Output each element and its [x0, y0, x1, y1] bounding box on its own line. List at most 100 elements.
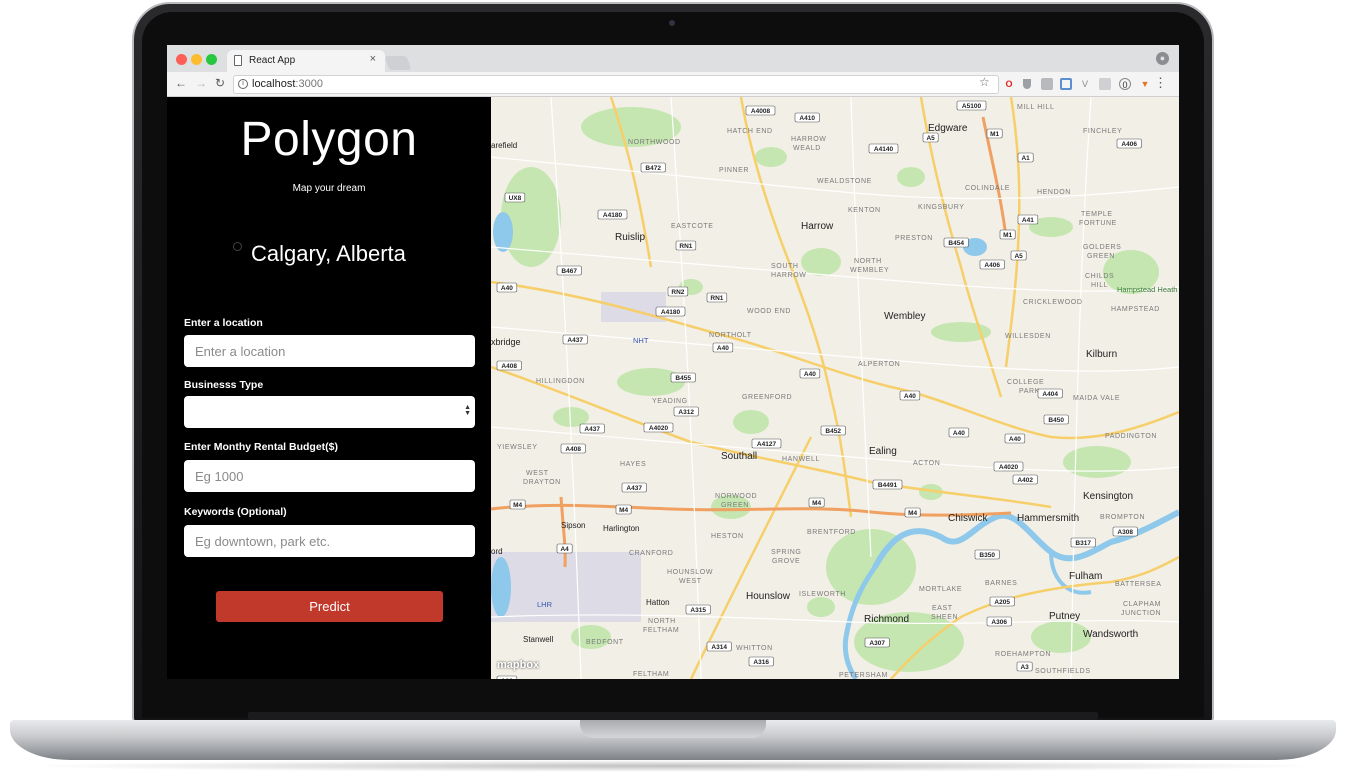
- map-district-label: BRENTFORD: [807, 529, 856, 536]
- page-extension-icon[interactable]: [1099, 78, 1111, 90]
- new-tab-button[interactable]: [384, 56, 412, 70]
- road-shield-label: A4008: [751, 108, 771, 115]
- mapbox-attribution[interactable]: mapbox: [497, 659, 539, 671]
- road-shield-label: A5: [1014, 253, 1023, 260]
- road-shield-label: M1: [1003, 232, 1012, 239]
- map-district-label: TEMPLE: [1081, 211, 1113, 218]
- map-poi-label: LHR: [537, 600, 553, 609]
- map-district-label: SPRING: [771, 549, 801, 556]
- budget-input[interactable]: [184, 460, 475, 492]
- forward-arrow-icon[interactable]: →: [195, 76, 207, 90]
- more-menu-icon[interactable]: ⋮: [1154, 75, 1167, 91]
- map-place-label: arefield: [491, 141, 517, 150]
- map-place-label: Wembley: [884, 311, 926, 322]
- map-district-label: PADDINGTON: [1105, 433, 1157, 440]
- calendar-extension-icon[interactable]: [1041, 78, 1053, 90]
- polygon-app: Polygon Map your dream Calgary, Alberta …: [167, 97, 1179, 679]
- map-district-label: CRANFORD: [629, 550, 673, 557]
- back-arrow-icon[interactable]: ←: [175, 76, 187, 90]
- location-label: Enter a location: [184, 317, 263, 329]
- road-shield-label: A314: [711, 644, 727, 651]
- vimeo-extension-icon[interactable]: V: [1079, 78, 1091, 90]
- map-district-label: ACTON: [913, 460, 940, 467]
- road-shield-label: A30: [501, 678, 513, 679]
- reload-icon[interactable]: ↻: [215, 76, 225, 90]
- road-shield-label: A312: [678, 409, 694, 416]
- map-canvas[interactable]: Edgware Harrow Ruislip Wembley Kilburn Southa…: [491, 97, 1179, 679]
- map-district-label: NORTHOLT: [709, 332, 752, 339]
- map-district-label: ISLEWORTH: [799, 591, 846, 598]
- road-shield-label: M4: [619, 507, 628, 514]
- map-district-label: ALPERTON: [858, 361, 900, 368]
- road-shield-label: B472: [645, 165, 661, 172]
- map-district-label: CHILDS: [1085, 273, 1114, 280]
- window-minimize-button[interactable]: [191, 54, 202, 65]
- map-district-label: PETERSHAM: [839, 672, 888, 679]
- map-district-label: CRICKLEWOOD: [1023, 299, 1083, 306]
- url-host: localhost: [252, 78, 296, 90]
- map-district-label: BROMPTON: [1100, 514, 1145, 521]
- road-shield-label: M1: [990, 131, 999, 138]
- map-district-label: PARK: [1019, 388, 1040, 395]
- bookmark-star-icon[interactable]: ☆: [979, 75, 990, 89]
- map-view[interactable]: Edgware Harrow Ruislip Wembley Kilburn Southa…: [491, 97, 1179, 679]
- map-district-label: COLLEGE: [1007, 379, 1044, 386]
- map-district-label: KINGSBURY: [918, 204, 965, 211]
- window-extension-icon[interactable]: [1060, 78, 1072, 90]
- map-place-label: Richmond: [864, 614, 909, 625]
- map-place-label: Ruislip: [615, 232, 645, 243]
- map-place-label: Sipson: [561, 521, 585, 530]
- lake-west: [493, 212, 513, 252]
- road-shield-label: A5100: [962, 103, 982, 110]
- road-shield-label: M4: [513, 502, 522, 509]
- map-district-label: MORTLAKE: [919, 586, 962, 593]
- map-place-label: Wandsworth: [1083, 629, 1138, 640]
- reservoir-west: [491, 557, 511, 617]
- profile-icon[interactable]: ●: [1156, 52, 1169, 65]
- road-shield-label: M4: [908, 510, 917, 517]
- business-type-select[interactable]: ▲ ▼: [184, 396, 475, 428]
- counter-extension-icon[interactable]: 0: [1119, 78, 1131, 90]
- tab-react-app[interactable]: React App ×: [227, 50, 385, 72]
- predict-button[interactable]: Predict: [216, 591, 443, 622]
- map-district-label: MAIDA VALE: [1073, 395, 1120, 402]
- sidebar: Polygon Map your dream Calgary, Alberta …: [167, 97, 491, 679]
- map-place-label: Edgware: [928, 123, 968, 134]
- road-shield-label: B317: [1075, 540, 1091, 547]
- map-district-label: WEST: [526, 470, 549, 477]
- select-arrows-icon: ▲ ▼: [464, 404, 471, 417]
- address-bar[interactable]: i localhost:3000: [233, 75, 999, 94]
- map-place-label: xbridge: [491, 337, 521, 347]
- map-district-label: KENTON: [848, 207, 881, 214]
- window-maximize-button[interactable]: [206, 54, 217, 65]
- map-district-label: SHEEN: [931, 614, 958, 621]
- map-district-label: FINCHLEY: [1083, 128, 1122, 135]
- keywords-input[interactable]: [184, 525, 475, 557]
- tab-close-icon[interactable]: ×: [370, 53, 376, 65]
- road-shield-label: A1: [1021, 155, 1030, 162]
- shield-extension-icon[interactable]: [1023, 79, 1031, 89]
- road-shield-label: B467: [561, 268, 577, 275]
- window-close-button[interactable]: [176, 54, 187, 65]
- map-district-label: WEALD: [793, 145, 821, 152]
- road-shield-label: A404: [1042, 391, 1058, 398]
- map-district-label: FORTUNE: [1079, 220, 1117, 227]
- map-district-label: NORTH: [854, 258, 882, 265]
- road-shield-label: RN1: [679, 243, 692, 250]
- map-district-label: BARNES: [985, 580, 1017, 587]
- map-district-label: DRAYTON: [523, 479, 561, 486]
- location-input[interactable]: [184, 335, 475, 367]
- road-shield-label: B350: [979, 552, 995, 559]
- fox-extension-icon[interactable]: ▼: [1139, 78, 1151, 90]
- road-shield-label: A402: [1017, 477, 1033, 484]
- road-shield-label: A306: [991, 619, 1007, 626]
- info-icon[interactable]: i: [238, 79, 248, 89]
- opera-extension-icon[interactable]: O: [1003, 78, 1015, 90]
- map-place-label: Hatton: [646, 598, 670, 607]
- road-shield-label: RN2: [671, 289, 684, 296]
- map-place-label: Putney: [1049, 611, 1080, 622]
- keywords-label: Keywords (Optional): [184, 506, 287, 518]
- road-shield-label: A205: [994, 599, 1010, 606]
- map-place-label: Stanwell: [523, 635, 553, 644]
- map-poi-label: NHT: [633, 336, 649, 345]
